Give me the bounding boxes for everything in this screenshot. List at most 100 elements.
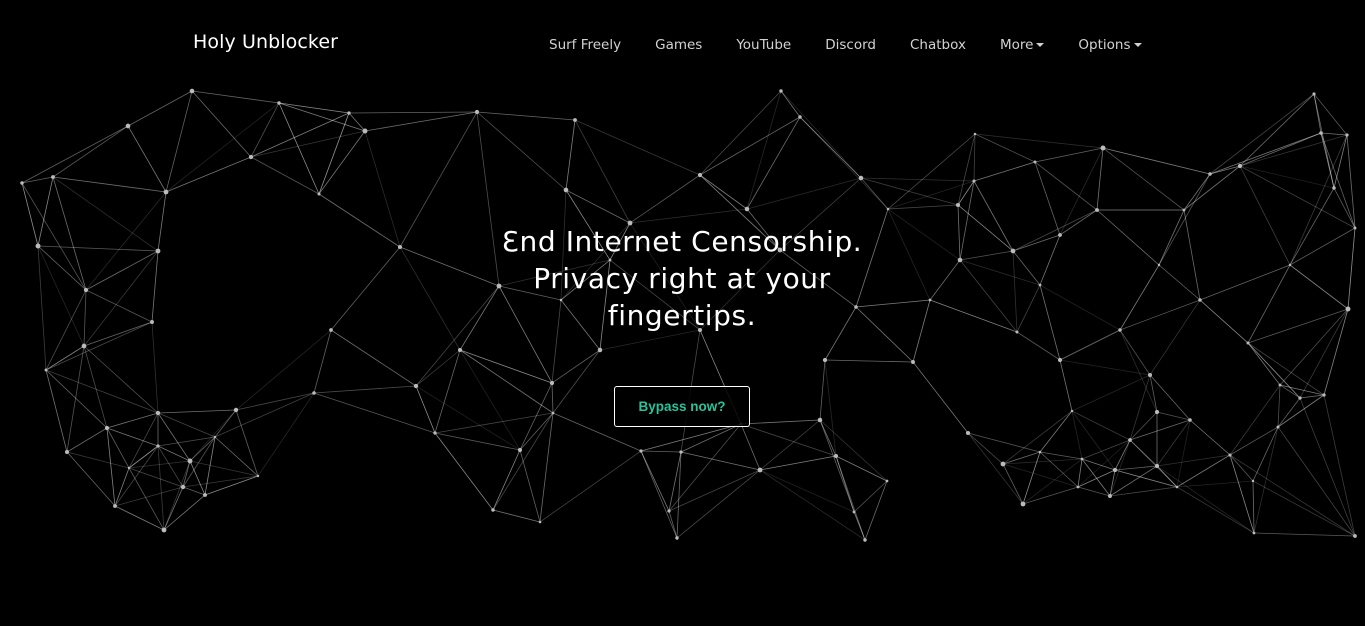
network-line xyxy=(912,361,969,434)
network-line xyxy=(52,125,129,178)
network-node xyxy=(1070,409,1074,413)
network-node xyxy=(433,431,437,435)
network-node xyxy=(1319,131,1323,135)
network-line xyxy=(1289,227,1356,266)
network-line xyxy=(1320,132,1348,136)
network-line xyxy=(973,180,1014,252)
network-line xyxy=(860,177,975,182)
network-node xyxy=(697,172,703,178)
network-line xyxy=(1289,264,1349,310)
network-node xyxy=(20,181,24,185)
nav-dropdown-more[interactable]: More xyxy=(1000,37,1045,53)
network-line xyxy=(165,156,252,193)
network-line xyxy=(163,494,206,531)
network-node xyxy=(744,206,750,212)
network-line xyxy=(1077,486,1111,497)
network-line xyxy=(476,111,567,191)
network-line xyxy=(434,432,521,451)
network-node xyxy=(397,244,403,250)
network-node xyxy=(1108,494,1112,498)
network-node xyxy=(1246,341,1250,345)
network-node xyxy=(317,192,321,196)
network-node xyxy=(413,383,419,389)
nav-item-chatbox[interactable]: Chatbox xyxy=(910,37,966,53)
network-line xyxy=(189,460,259,477)
network-line xyxy=(1209,132,1322,175)
network-line xyxy=(1199,299,1249,344)
network-line xyxy=(565,119,576,191)
network-node xyxy=(155,410,161,416)
network-node xyxy=(1080,457,1084,461)
network-line xyxy=(699,174,748,210)
network-node xyxy=(1100,145,1106,151)
network-line xyxy=(860,177,889,210)
network-node xyxy=(538,520,542,524)
network-node xyxy=(155,248,161,254)
network-line xyxy=(959,259,1041,286)
nav-item-surf-freely[interactable]: Surf Freely xyxy=(549,37,621,53)
network-node xyxy=(1154,409,1160,415)
network-line xyxy=(1299,308,1349,399)
brand-logo[interactable]: Holy Unblocker xyxy=(193,31,338,53)
network-line xyxy=(476,111,576,121)
network-line xyxy=(1289,134,1348,266)
network-line xyxy=(128,467,165,531)
network-line xyxy=(45,369,108,429)
network-node xyxy=(639,449,643,453)
network-node xyxy=(127,466,131,470)
network-line xyxy=(250,156,320,195)
network-node xyxy=(885,479,889,483)
network-line xyxy=(1158,209,1185,266)
network-line xyxy=(668,451,682,512)
network-line xyxy=(1077,469,1116,488)
network-line xyxy=(313,392,436,434)
nav-dropdown-options[interactable]: Options xyxy=(1078,37,1142,53)
network-node xyxy=(1010,248,1016,254)
network-node xyxy=(675,536,679,540)
network-node xyxy=(679,450,683,454)
hero-title: Ɛnd Internet Censorship. Privacy right a… xyxy=(432,223,932,334)
network-node xyxy=(1353,226,1357,230)
network-line xyxy=(37,245,47,371)
network-line xyxy=(1071,410,1131,441)
network-line xyxy=(1183,173,1211,211)
bypass-now-button[interactable]: Bypass now? xyxy=(614,386,750,427)
network-line xyxy=(539,412,554,523)
network-line xyxy=(163,460,191,531)
network-line xyxy=(1247,342,1281,386)
network-node xyxy=(1147,372,1153,378)
network-line xyxy=(824,359,914,363)
network-line xyxy=(759,469,866,541)
network-node xyxy=(911,360,915,364)
network-line xyxy=(157,445,165,531)
network-line xyxy=(1313,93,1348,136)
network-line xyxy=(973,161,1036,182)
network-line xyxy=(1183,209,1201,301)
network-line xyxy=(799,116,889,210)
network-line xyxy=(1034,161,1061,236)
nav-item-label: Games xyxy=(655,37,703,53)
network-line xyxy=(1039,284,1121,331)
network-line xyxy=(165,102,280,193)
network-line xyxy=(114,467,130,507)
network-node xyxy=(113,504,117,508)
network-line xyxy=(740,419,821,425)
hero: Ɛnd Internet Censorship. Privacy right a… xyxy=(432,223,932,334)
network-line xyxy=(574,119,631,224)
network-line xyxy=(128,467,184,488)
network-line xyxy=(1114,465,1158,471)
network-line xyxy=(1277,426,1356,537)
nav-item-youtube[interactable]: YouTube xyxy=(736,37,791,53)
network-line xyxy=(364,111,478,132)
network-line xyxy=(66,345,85,453)
network-line xyxy=(1149,374,1158,413)
network-line xyxy=(1012,250,1018,333)
network-line xyxy=(699,116,801,176)
network-line xyxy=(21,182,87,291)
network-line xyxy=(37,245,85,347)
network-node xyxy=(549,380,555,386)
network-node xyxy=(1058,233,1062,237)
nav-item-games[interactable]: Games xyxy=(655,37,702,53)
network-line xyxy=(1034,147,1104,163)
nav-item-discord[interactable]: Discord xyxy=(825,37,876,53)
